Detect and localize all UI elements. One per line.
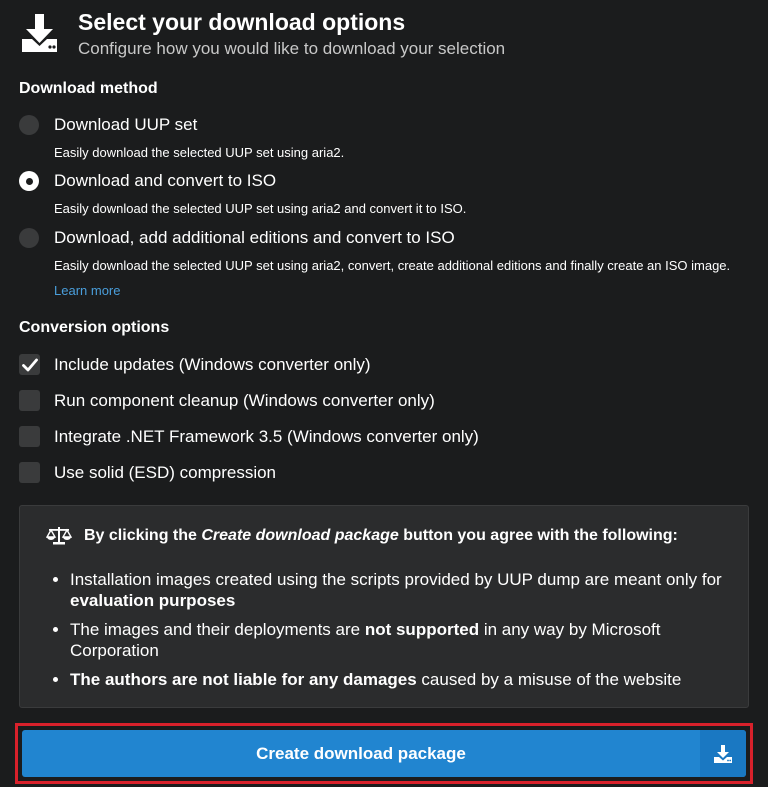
notice-list: Installation images created using the sc…	[50, 569, 750, 698]
checkbox-label: Run component cleanup (Windows converter…	[54, 390, 435, 410]
download-options-page: Select your download options Configure h…	[0, 0, 768, 787]
radio-button[interactable]	[19, 115, 39, 135]
option-label: Download UUP set	[54, 115, 198, 134]
download-method-title: Download method	[19, 80, 158, 97]
list-item-text: caused by a misuse of the website	[416, 670, 682, 689]
notice-head-suffix: button you agree with the following:	[398, 527, 678, 544]
list-item-bold: evaluation purposes	[70, 591, 236, 610]
checkbox-include-updates[interactable]: Include updates (Windows converter only)	[19, 354, 371, 375]
notice-head-emphasis: Create download package	[201, 527, 399, 544]
radio-option-additional-editions[interactable]: Download, add additional editions and co…	[19, 227, 744, 303]
radio-button[interactable]	[19, 228, 39, 248]
agreement-notice: By clicking the Create download package …	[19, 505, 749, 708]
notice-header: By clicking the Create download package …	[46, 526, 678, 546]
radio-dot	[25, 177, 33, 185]
list-item-text: The images and their deployments are	[70, 620, 365, 639]
notice-head-prefix: By clicking the	[84, 527, 202, 544]
option-label: Download and convert to ISO	[54, 171, 277, 190]
list-item: The authors are not liable for any damag…	[70, 669, 750, 690]
checkbox-esd-compression[interactable]: Use solid (ESD) compression	[19, 462, 276, 483]
checkbox-dotnet[interactable]: Integrate .NET Framework 3.5 (Windows co…	[19, 426, 479, 447]
checkbox-label: Include updates (Windows converter only)	[54, 354, 371, 374]
conversion-options-title: Conversion options	[19, 319, 170, 336]
list-item: The images and their deployments are not…	[70, 619, 750, 661]
checkbox[interactable]	[19, 462, 40, 483]
option-label: Download, add additional editions and co…	[54, 228, 455, 247]
page-title: Select your download options	[78, 9, 406, 35]
checkbox-component-cleanup[interactable]: Run component cleanup (Windows converter…	[19, 390, 435, 411]
checkmark-icon	[21, 358, 38, 371]
option-description: Easily download the selected UUP set usi…	[54, 201, 467, 216]
option-description: Easily download the selected UUP set usi…	[54, 145, 345, 160]
option-description-text: Easily download the selected UUP set usi…	[54, 258, 731, 273]
button-label: Create download package	[256, 743, 466, 763]
checkbox-checked[interactable]	[19, 354, 40, 375]
create-download-package-button[interactable]: Create download package	[22, 730, 746, 777]
highlight-frame: Create download package	[15, 723, 753, 784]
balance-scale-icon	[46, 527, 72, 545]
download-icon	[20, 12, 60, 56]
list-item-text: Installation images created using the sc…	[70, 570, 722, 589]
download-icon	[700, 730, 746, 777]
list-item-bold: not supported	[364, 620, 480, 639]
option-description: Easily download the selected UUP set usi…	[54, 253, 744, 303]
learn-more-link[interactable]: Learn more	[54, 283, 120, 298]
checkbox-label: Use solid (ESD) compression	[54, 462, 277, 482]
radio-option-download-uup[interactable]: Download UUP set Easily download the sel…	[19, 114, 744, 165]
checkbox-label: Integrate .NET Framework 3.5 (Windows co…	[54, 426, 479, 446]
checkbox[interactable]	[19, 426, 40, 447]
checkbox[interactable]	[19, 390, 40, 411]
list-item: Installation images created using the sc…	[70, 569, 750, 611]
list-item-bold: The authors are not liable for any damag…	[70, 670, 417, 689]
radio-option-convert-iso[interactable]: Download and convert to ISO Easily downl…	[19, 170, 744, 221]
page-header: Select your download options Configure h…	[20, 8, 505, 60]
radio-button-selected[interactable]	[19, 171, 39, 191]
page-subtitle: Configure how you would like to download…	[78, 39, 506, 58]
